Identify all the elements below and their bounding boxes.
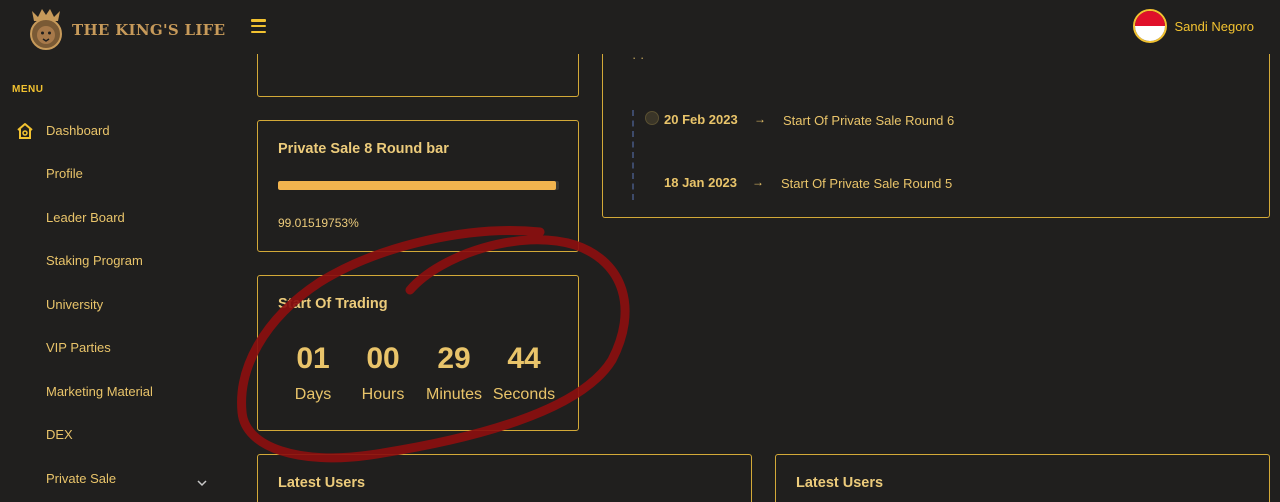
countdown-title: Start Of Trading	[278, 296, 388, 312]
timeline-text-2: Start Of Private Sale Round 5	[781, 176, 953, 191]
latest-users-title-right: Latest Users	[796, 475, 884, 491]
arrow-right-icon: →	[752, 175, 764, 189]
countdown-seconds: 44 Seconds	[490, 342, 558, 404]
private-sale-card: Private Sale 8 Round bar 99.01519753%	[257, 120, 579, 252]
progress-percent-text: 99.01519753%	[278, 216, 359, 230]
seconds-label: Seconds	[492, 386, 556, 403]
sidebar-item-staking-program[interactable]: Staking Program	[46, 253, 143, 268]
hours-label: Hours	[361, 386, 405, 403]
timeline-date-1: 20 Feb 2023	[664, 112, 738, 127]
lion-crest-icon	[24, 3, 68, 56]
chevron-down-icon[interactable]	[197, 474, 207, 492]
home-icon	[16, 122, 34, 145]
timeline-line	[632, 110, 634, 200]
sidebar-item-dashboard[interactable]: Dashboard	[46, 123, 110, 138]
latest-users-card-left: Latest Users	[257, 454, 752, 502]
countdown-minutes: 29 Minutes	[422, 342, 486, 404]
progress-fill	[278, 181, 557, 190]
timeline-card	[602, 54, 1270, 218]
timeline-dot	[645, 111, 659, 125]
timeline-date-2: 18 Jan 2023	[664, 175, 738, 190]
top-header: THE KING'S LIFE Sandi Negoro	[0, 0, 1280, 54]
hours-value: 00	[366, 342, 400, 375]
sidebar: MENU Dashboard Profile Leader Board Stak…	[0, 54, 230, 502]
timeline-text-1: Start Of Private Sale Round 6	[783, 113, 955, 128]
latest-users-title-left: Latest Users	[278, 475, 366, 491]
sidebar-item-profile[interactable]: Profile	[46, 166, 83, 181]
menu-heading: MENU	[12, 84, 44, 95]
private-sale-title: Private Sale 8 Round bar	[278, 141, 449, 157]
days-value: 01	[296, 342, 330, 375]
days-label: Days	[294, 386, 332, 403]
user-profile[interactable]: Sandi Negoro	[1132, 9, 1255, 43]
sidebar-item-leader-board[interactable]: Leader Board	[46, 210, 125, 225]
sidebar-item-university[interactable]: University	[46, 297, 103, 312]
user-name: Sandi Negoro	[1174, 18, 1255, 34]
brand-logo[interactable]: THE KING'S LIFE	[24, 3, 225, 56]
arrow-right-icon: →	[754, 112, 766, 126]
partial-card-top	[257, 54, 579, 97]
countdown-days: 01 Days	[288, 342, 338, 404]
sidebar-item-private-sale[interactable]: Private Sale	[46, 471, 116, 486]
sidebar-item-vip-parties[interactable]: VIP Parties	[46, 340, 111, 355]
seconds-value: 44	[507, 342, 541, 375]
private-sale-progress-bar	[278, 181, 559, 190]
minutes-label: Minutes	[425, 386, 483, 403]
latest-users-card-right: Latest Users	[775, 454, 1270, 502]
timeline-cutoff-marker: · ·	[632, 50, 645, 65]
indonesia-flag-avatar	[1132, 9, 1167, 43]
hamburger-menu-icon[interactable]	[251, 19, 266, 33]
sidebar-item-dex[interactable]: DEX	[46, 427, 73, 442]
brand-name: THE KING'S LIFE	[72, 20, 226, 39]
countdown-card: Start Of Trading 01 Days 00 Hours 29 Min…	[257, 275, 579, 431]
countdown-hours: 00 Hours	[357, 342, 409, 404]
minutes-value: 29	[437, 342, 471, 375]
sidebar-item-marketing-material[interactable]: Marketing Material	[46, 384, 153, 399]
